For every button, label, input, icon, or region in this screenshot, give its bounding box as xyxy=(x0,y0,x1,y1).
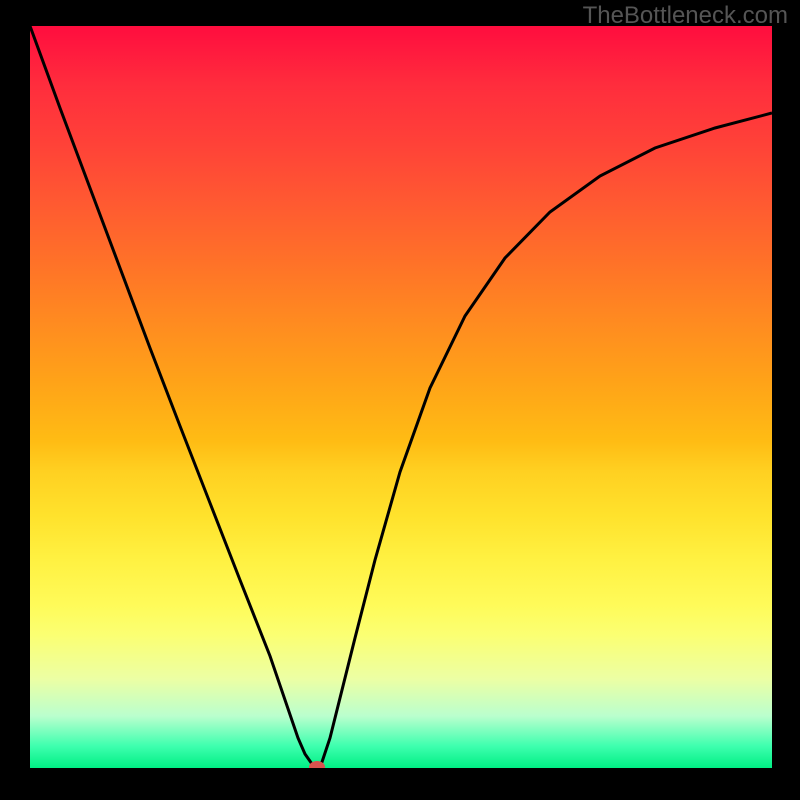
bottleneck-curve xyxy=(30,26,772,768)
chart-plot-area xyxy=(30,26,772,768)
chart-svg xyxy=(30,26,772,768)
watermark-text: TheBottleneck.com xyxy=(583,2,788,30)
